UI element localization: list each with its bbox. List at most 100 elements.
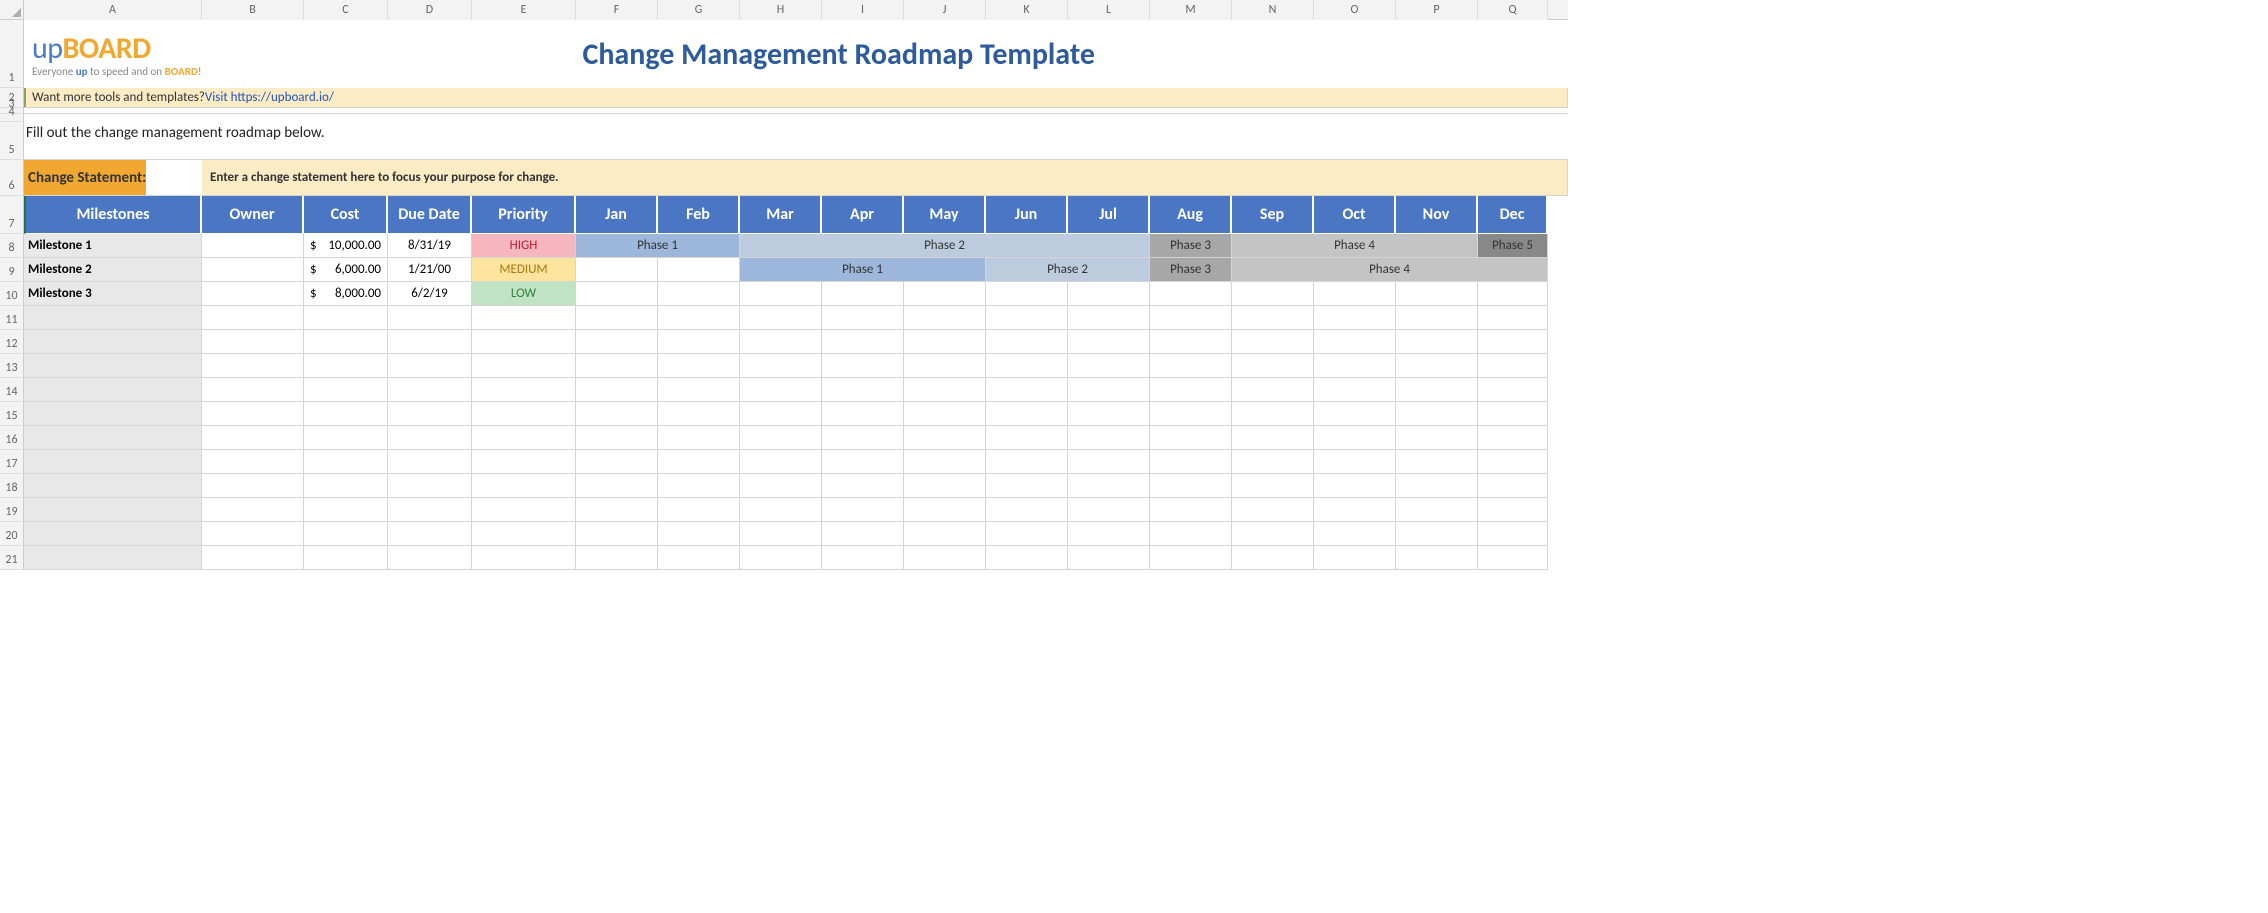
empty-cell[interactable] [1314, 378, 1396, 402]
col-header-P[interactable]: P [1396, 0, 1478, 20]
empty-cell[interactable] [304, 450, 388, 474]
empty-cell[interactable] [1478, 450, 1548, 474]
empty-cell[interactable] [1314, 474, 1396, 498]
empty-cell[interactable] [24, 474, 202, 498]
col-header-M[interactable]: M [1150, 0, 1232, 20]
empty-cell[interactable] [24, 330, 202, 354]
cost-cell[interactable]: $8,000.00 [304, 282, 388, 306]
empty-cell[interactable] [1150, 546, 1232, 570]
empty-cell[interactable] [658, 426, 740, 450]
empty-cell[interactable] [1478, 498, 1548, 522]
empty-cell[interactable] [904, 378, 986, 402]
empty-cell[interactable] [1396, 474, 1478, 498]
due-date-cell[interactable]: 1/21/00 [388, 258, 472, 282]
empty-cell[interactable] [986, 330, 1068, 354]
empty-cell[interactable] [1232, 450, 1314, 474]
empty-cell[interactable] [1314, 330, 1396, 354]
empty-cell[interactable] [472, 306, 576, 330]
empty-cell[interactable] [202, 354, 304, 378]
empty-cell[interactable] [986, 546, 1068, 570]
month-cell[interactable] [1150, 282, 1232, 306]
cost-cell[interactable]: $6,000.00 [304, 258, 388, 282]
row-header-11[interactable]: 11 [0, 306, 24, 330]
empty-cell[interactable] [1232, 498, 1314, 522]
empty-cell[interactable] [1150, 450, 1232, 474]
empty-cell[interactable] [1314, 354, 1396, 378]
empty-cell[interactable] [740, 546, 822, 570]
row-header-7[interactable]: 7 [0, 196, 24, 234]
empty-cell[interactable] [822, 426, 904, 450]
header-milestones[interactable]: Milestones [24, 196, 202, 234]
empty-cell[interactable] [24, 522, 202, 546]
empty-cell[interactable] [472, 546, 576, 570]
empty-cell[interactable] [576, 450, 658, 474]
empty-cell[interactable] [1396, 450, 1478, 474]
empty-cell[interactable] [304, 330, 388, 354]
milestone-name[interactable]: Milestone 1 [24, 234, 202, 258]
empty-cell[interactable] [304, 498, 388, 522]
month-cell[interactable] [576, 282, 658, 306]
empty-cell[interactable] [1068, 426, 1150, 450]
phase-bar[interactable]: Phase 2 [740, 234, 1150, 258]
empty-cell[interactable] [1232, 378, 1314, 402]
col-header-N[interactable]: N [1232, 0, 1314, 20]
empty-cell[interactable] [472, 450, 576, 474]
empty-cell[interactable] [904, 498, 986, 522]
header-dec[interactable]: Dec [1478, 196, 1548, 234]
empty-cell[interactable] [822, 522, 904, 546]
empty-cell[interactable] [740, 354, 822, 378]
empty-cell[interactable] [304, 378, 388, 402]
select-all-corner[interactable] [0, 0, 24, 20]
empty-cell[interactable] [1068, 402, 1150, 426]
col-header-F[interactable]: F [576, 0, 658, 20]
empty-cell[interactable] [388, 522, 472, 546]
empty-cell[interactable] [904, 354, 986, 378]
empty-cell[interactable] [388, 546, 472, 570]
empty-cell[interactable] [1150, 522, 1232, 546]
empty-cell[interactable] [1396, 522, 1478, 546]
priority-cell[interactable]: LOW [472, 282, 576, 306]
phase-bar[interactable]: Phase 4 [1232, 258, 1548, 282]
empty-cell[interactable] [740, 522, 822, 546]
empty-cell[interactable] [1314, 306, 1396, 330]
empty-cell[interactable] [904, 474, 986, 498]
milestone-name[interactable]: Milestone 2 [24, 258, 202, 282]
phase-bar[interactable]: Phase 5 [1478, 234, 1548, 258]
empty-cell[interactable] [472, 354, 576, 378]
row-header-19[interactable]: 19 [0, 498, 24, 522]
month-cell[interactable] [740, 282, 822, 306]
empty-cell[interactable] [304, 402, 388, 426]
empty-cell[interactable] [740, 450, 822, 474]
month-cell[interactable] [904, 282, 986, 306]
empty-cell[interactable] [24, 378, 202, 402]
month-cell[interactable] [1314, 282, 1396, 306]
empty-cell[interactable] [202, 426, 304, 450]
header-apr[interactable]: Apr [822, 196, 904, 234]
empty-cell[interactable] [1068, 330, 1150, 354]
empty-cell[interactable] [576, 354, 658, 378]
col-header-J[interactable]: J [904, 0, 986, 20]
header-jun[interactable]: Jun [986, 196, 1068, 234]
empty-cell[interactable] [740, 330, 822, 354]
empty-cell[interactable] [1478, 402, 1548, 426]
col-header-H[interactable]: H [740, 0, 822, 20]
empty-cell[interactable] [576, 426, 658, 450]
empty-cell[interactable] [904, 450, 986, 474]
phase-bar[interactable]: Phase 3 [1150, 234, 1232, 258]
header-owner[interactable]: Owner [202, 196, 304, 234]
row-header-21[interactable]: 21 [0, 546, 24, 570]
empty-cell[interactable] [202, 546, 304, 570]
empty-cell[interactable] [1396, 378, 1478, 402]
row-header-8[interactable]: 8 [0, 234, 24, 258]
empty-cell[interactable] [1396, 546, 1478, 570]
empty-cell[interactable] [658, 522, 740, 546]
empty-cell[interactable] [658, 354, 740, 378]
due-date-cell[interactable]: 8/31/19 [388, 234, 472, 258]
empty-cell[interactable] [740, 498, 822, 522]
row-header-18[interactable]: 18 [0, 474, 24, 498]
row-header-14[interactable]: 14 [0, 378, 24, 402]
month-cell[interactable] [822, 282, 904, 306]
empty-cell[interactable] [472, 522, 576, 546]
header-cost[interactable]: Cost [304, 196, 388, 234]
empty-cell[interactable] [1478, 306, 1548, 330]
